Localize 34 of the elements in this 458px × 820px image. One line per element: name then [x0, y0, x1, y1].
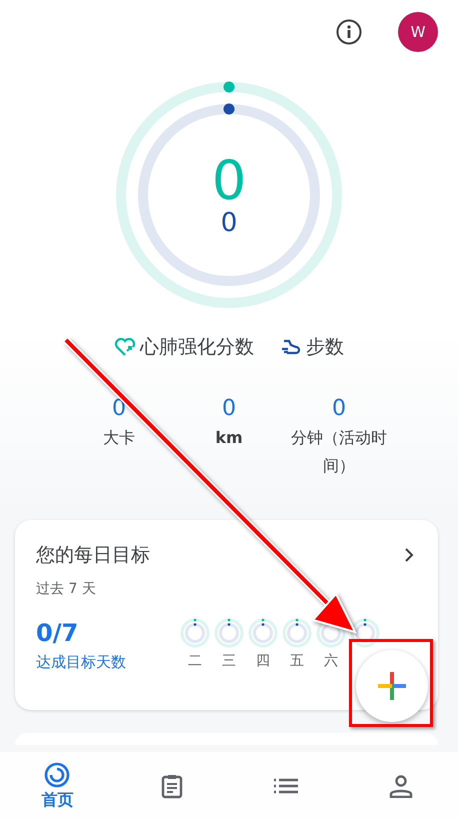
- card-title: 您的每日目标: [36, 543, 150, 568]
- day-ring: [180, 618, 210, 648]
- list-icon: [274, 778, 298, 794]
- home-tab[interactable]: 首页: [0, 752, 114, 820]
- card-subtitle: 过去 7 天: [36, 580, 97, 598]
- goal-caption: 达成目标天数: [36, 653, 126, 672]
- goal-count: 0/7: [36, 619, 80, 647]
- stat-value: 0: [222, 396, 236, 422]
- day-ring: [248, 618, 278, 648]
- person-icon: [388, 774, 413, 798]
- day-ring: [214, 618, 244, 648]
- steps-value: 0: [220, 209, 238, 237]
- day-label: 五: [290, 652, 304, 670]
- plus-icon: [376, 670, 408, 702]
- day-label: 四: [256, 652, 270, 670]
- stat-label: km: [214, 427, 244, 449]
- day-ring: [282, 618, 312, 648]
- stat-label: 分钟（活动时间）: [291, 427, 387, 477]
- legend-label: 步数: [306, 335, 344, 360]
- day-label: 二: [188, 652, 202, 670]
- legend-label: 心肺强化分数: [140, 335, 254, 360]
- avatar[interactable]: W: [398, 12, 438, 52]
- daily-goal-card[interactable]: 您的每日目标 过去 7 天 0/7 达成目标天数 二 三 四 五 六: [15, 520, 438, 710]
- clipboard-icon: [160, 773, 184, 799]
- info-icon[interactable]: [336, 19, 362, 45]
- stat-value: 0: [332, 396, 346, 422]
- ring-icon: [44, 762, 70, 788]
- heart-points-value: 0: [212, 153, 246, 209]
- chevron-right-icon[interactable]: [404, 547, 414, 563]
- heart-icon: [114, 337, 136, 357]
- day-label: 六: [324, 652, 338, 670]
- shoe-icon: [280, 337, 302, 357]
- stat-label: 大卡: [102, 427, 136, 449]
- day-label: 三: [222, 652, 236, 670]
